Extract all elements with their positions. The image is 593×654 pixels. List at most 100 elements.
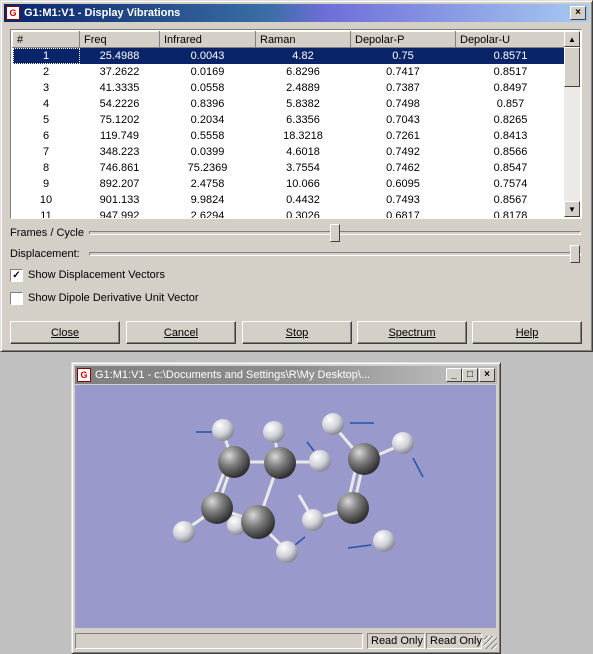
table-cell: 0.8178 [493,210,528,219]
table-cell: 1 [12,47,80,64]
cancel-button[interactable]: Cancel [126,321,236,344]
table-row[interactable]: 10 901.133 9.9824 0.4432 0.7493 0.8567 [13,192,566,208]
table-cell: 18.3218 [283,130,323,142]
show-displacement-vectors-checkbox[interactable]: ✓ [10,269,23,282]
table-header-row: # Freq Infrared Raman Depolar-P Depolar-U [12,31,566,48]
table-cell: 0.0558 [190,82,225,94]
table-cell: 4 [42,98,50,110]
table-cell: 0.7492 [386,146,420,158]
table-row[interactable]: 6 119.749 0.5558 18.3218 0.7261 0.8413 [13,128,566,144]
maximize-icon: □ [466,369,474,380]
help-button[interactable]: Help [472,321,582,344]
close-icon: × [484,369,490,380]
stop-button[interactable]: Stop [242,321,352,344]
scroll-down-button[interactable]: ▼ [564,201,580,217]
table-cell: 9.9824 [190,194,225,206]
table-cell: 0.3026 [286,210,320,219]
hydrogen-atom [173,521,195,543]
resize-grip[interactable] [484,636,497,649]
checkmark-icon: ✓ [12,270,21,281]
displacement-slider[interactable] [570,245,580,263]
show-displacement-vectors-label[interactable]: Show Displacement Vectors [28,269,165,281]
column-header-infrared[interactable]: Infrared [159,31,256,48]
table-row[interactable]: 7 348.223 0.0399 4.6018 0.7492 0.8566 [13,144,566,160]
table-cell: 0.7261 [386,130,420,142]
molecule-viewport[interactable] [75,385,496,628]
spectrum-button[interactable]: Spectrum [357,321,467,344]
carbon-atom [348,443,380,475]
molecule-render [173,413,424,563]
column-header-index[interactable]: # [12,31,80,48]
table-cell: 75.2369 [187,162,228,174]
table-cell: 3.7554 [286,162,320,174]
table-cell: 25.4988 [79,47,160,64]
vibrations-grid: # Freq Infrared Raman Depolar-P Depolar-U 1 25… [12,31,566,219]
table-cell: 8 [42,162,50,174]
display-vibrations-dialog: G G1:M1:V1 - Display Vibrations × # Freq I… [0,0,593,352]
hydrogen-atom [276,541,298,563]
table-cell: 0.7387 [386,82,420,94]
minimize-button[interactable]: _ [446,368,462,382]
table-cell: 54.2226 [99,98,140,110]
table-cell: 4.6018 [286,146,320,158]
column-header-depolar-p[interactable]: Depolar-P [350,31,456,48]
hydrogen-atom [322,413,344,435]
table-row[interactable]: 8 746.861 75.2369 3.7554 0.7462 0.8547 [13,160,566,176]
dialog-titlebar[interactable]: G G1:M1:V1 - Display Vibrations [4,4,589,22]
table-cell: 9 [42,178,50,190]
table-body: 1 25.4988 0.0043 4.82 0.75 0.8571 2 37.2622 0.01… [12,47,566,219]
table-cell: 10 [39,194,53,206]
carbon-atom [264,447,296,479]
table-cell: 75.1202 [99,114,140,126]
column-header-freq[interactable]: Freq [79,31,160,48]
close-button-label: Close [50,326,80,339]
table-cell: 37.2622 [99,66,140,78]
table-vertical-scrollbar[interactable]: ▲ ▼ [564,31,580,217]
table-row[interactable]: 4 54.2226 0.8396 5.8382 0.7498 0.857 [13,96,566,112]
hydrogen-atom [392,432,414,454]
show-dipole-derivative-checkbox[interactable] [10,292,23,305]
table-cell: 0.7498 [386,98,420,110]
table-row[interactable]: 2 37.2622 0.0169 6.8296 0.7417 0.8517 [13,64,566,80]
table-row[interactable]: 3 41.3335 0.0558 2.4889 0.7387 0.8497 [13,80,566,96]
table-cell: 0.7493 [386,194,420,206]
table-row[interactable]: 1 25.4988 0.0043 4.82 0.75 0.8571 [12,47,566,64]
column-header-depolar-u[interactable]: Depolar-U [455,31,566,48]
stop-button-label: Stop [285,326,309,339]
close-button[interactable]: Close [10,321,120,344]
table-cell: 0.8571 [455,47,566,64]
status-bar-message [75,633,363,649]
table-cell: 0.8396 [190,98,225,110]
viewer-titlebar[interactable]: G G1:M1:V1 - c:\Documents and Settings\R… [75,366,444,384]
table-row[interactable]: 9 892.207 2.4758 10.066 0.6095 0.7574 [13,176,566,192]
maximize-button[interactable]: □ [462,368,478,382]
viewer-close-button[interactable]: × [479,368,495,382]
table-cell: 2 [42,66,50,78]
cancel-button-label: Cancel [163,326,199,339]
table-row[interactable]: 11 947.992 2.6294 0.3026 0.6817 0.8178 [13,208,566,219]
table-cell: 5 [42,114,50,126]
hydrogen-atom [263,421,285,443]
vibrations-table: # Freq Infrared Raman Depolar-P Depolar-U 1 25… [10,29,582,219]
table-row[interactable]: 5 75.1202 0.2034 6.3356 0.7043 0.8265 [13,112,566,128]
hydrogen-atom [302,509,324,531]
table-cell: 0.857 [496,98,525,110]
frames-cycle-slider[interactable] [330,224,340,242]
show-dipole-derivative-label[interactable]: Show Dipole Derivative Unit Vector [28,292,199,304]
hydrogen-atom [212,419,234,441]
column-header-raman[interactable]: Raman [255,31,351,48]
table-cell: 947.992 [99,210,140,219]
help-button-label: Help [515,326,539,339]
table-cell: 6.8296 [286,66,320,78]
table-cell: 0.8517 [493,66,528,78]
table-cell: 892.207 [99,178,140,190]
minimize-icon: _ [451,369,457,380]
spectrum-button-label: Spectrum [388,326,436,339]
frames-cycle-label: Frames / Cycle [10,227,84,239]
scroll-up-button[interactable]: ▲ [564,31,580,47]
scroll-thumb[interactable] [564,47,580,87]
bonds [183,424,404,553]
dialog-close-button[interactable]: × [570,6,586,20]
table-cell: 0.8547 [493,162,528,174]
table-cell: 0.6095 [386,178,420,190]
